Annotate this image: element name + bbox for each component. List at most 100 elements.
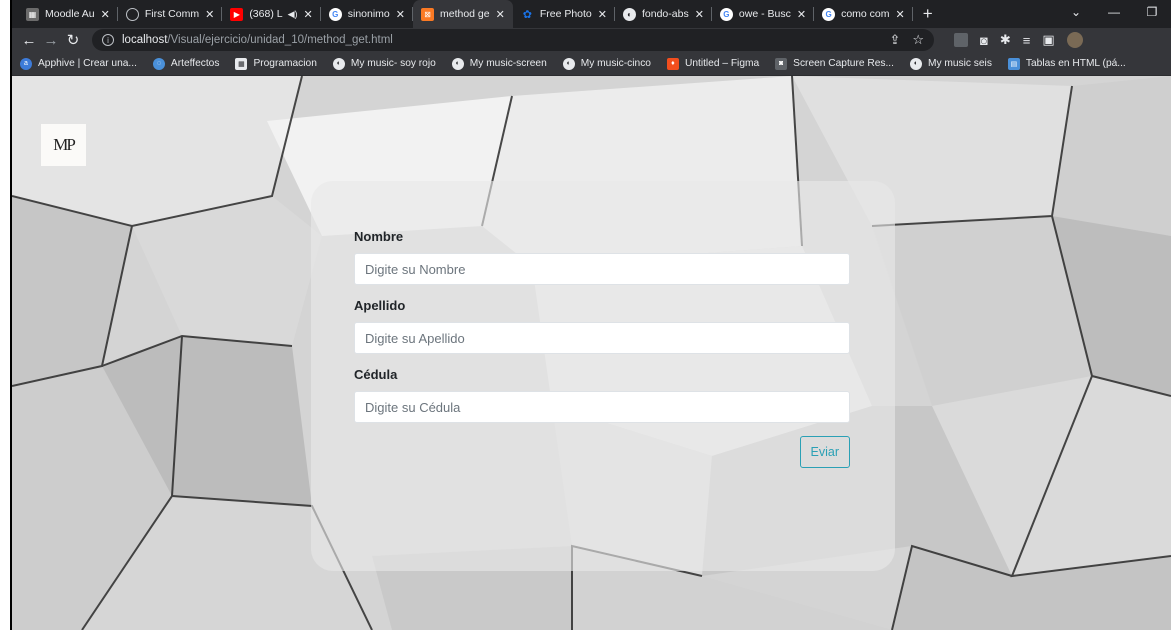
new-tab-button[interactable]: + (913, 0, 943, 28)
profile-avatar[interactable] (1066, 32, 1083, 48)
apellido-input[interactable] (354, 322, 850, 354)
bookmark-star-icon[interactable]: ☆ (912, 32, 924, 48)
bookmark-arteffectos[interactable]: ◌ Arteffectos (152, 57, 220, 70)
extension-icon[interactable] (954, 33, 968, 47)
tab-search-icon[interactable]: ⌄ (1057, 5, 1095, 19)
camera-extension-icon[interactable]: ◙ (980, 33, 988, 48)
tab-como[interactable]: G como com ✕ (814, 0, 913, 28)
puzzle-icon[interactable]: ✱ (1000, 32, 1011, 48)
submit-button[interactable]: Eviar (799, 436, 850, 468)
nombre-label: Nombre (354, 229, 404, 244)
bookmark-label: Tablas en HTML (pá... (1025, 58, 1126, 69)
close-icon[interactable]: ✕ (396, 8, 405, 21)
google-icon: G (822, 7, 836, 21)
camera-icon: ◙ (775, 57, 788, 70)
bookmark-music-rojo[interactable]: ◐ My music- soy rojo (332, 57, 436, 70)
globe-icon: ◐ (623, 7, 636, 21)
close-icon[interactable]: ✕ (797, 8, 806, 21)
tab-youtube[interactable]: ▶ (368) L ◀) ✕ (222, 0, 321, 28)
close-icon[interactable]: ✕ (304, 8, 313, 21)
globe-icon: ◐ (451, 57, 464, 70)
tab-fondo[interactable]: ◐ fondo-abs ✕ (615, 0, 712, 28)
photo-icon: ✿ (522, 8, 532, 21)
tab-label: method ge (439, 8, 490, 20)
window-controls: ⌄ — ❐ (1057, 0, 1171, 24)
reload-icon[interactable]: ↻ (62, 31, 84, 49)
tab-moodle[interactable]: ▦ Moodle Au ✕ (18, 0, 118, 28)
apellido-label: Apellido (354, 298, 406, 313)
side-panel-icon[interactable]: ▣ (1042, 32, 1054, 48)
bookmark-apphive[interactable]: a Apphive | Crear una... (20, 57, 137, 70)
close-icon[interactable]: ✕ (496, 8, 505, 21)
tab-label: Free Photo (539, 8, 592, 20)
bookmark-music-seis[interactable]: ◐ My music seis (909, 57, 992, 70)
google-icon: G (719, 7, 733, 21)
bookmark-screen-capture[interactable]: ◙ Screen Capture Res... (775, 57, 894, 70)
bookmark-music-cinco[interactable]: ◐ My music-cinco (562, 57, 651, 70)
submit-row: Eviar (354, 436, 850, 468)
grid-icon: ▦ (235, 57, 248, 70)
globe-icon: ◐ (332, 57, 345, 70)
url-path: /Visual/ejercicio/unidad_10/method_get.h… (167, 34, 393, 46)
bookmark-label: Programacion (253, 58, 317, 69)
bookmark-label: My music-cinco (580, 58, 651, 69)
reading-list-icon[interactable]: ≡ (1023, 33, 1031, 48)
outer-border (0, 0, 12, 630)
bookmark-label: Apphive | Crear una... (38, 58, 137, 69)
figma-icon: ♦ (666, 57, 679, 70)
xampp-icon: ⊠ (420, 7, 434, 21)
page-viewport: MP Nombre Apellido Cédula Eviar (12, 76, 1171, 630)
url-host: localhost (122, 34, 168, 46)
bookmark-label: Arteffectos (170, 58, 220, 69)
bookmark-label: Untitled – Figma (684, 58, 760, 69)
speaker-icon[interactable]: ◀) (288, 9, 298, 20)
bookmark-music-screen[interactable]: ◐ My music-screen (451, 57, 547, 70)
close-icon[interactable]: ✕ (598, 8, 607, 21)
extensions-area: ◙ ✱ ≡ ▣ (954, 32, 1083, 48)
bookmark-programacion[interactable]: ▦ Programacion (235, 57, 317, 70)
tab-free-photo[interactable]: ✿ Free Photo ✕ (513, 0, 615, 28)
bookmark-tablas[interactable]: ▤ Tablas en HTML (pá... (1007, 57, 1126, 70)
cedula-label: Cédula (354, 367, 398, 382)
doc-icon: ▤ (1007, 57, 1020, 70)
tab-label: (368) L (249, 8, 283, 20)
site-logo: MP (41, 124, 86, 166)
youtube-icon: ▶ (230, 7, 244, 21)
close-icon[interactable]: ✕ (695, 8, 704, 21)
close-icon[interactable]: ✕ (205, 8, 214, 21)
tab-method-get[interactable]: ⊠ method ge ✕ (412, 0, 513, 28)
form-card: Nombre Apellido Cédula Eviar (311, 181, 895, 571)
tab-label: owe - Busc (738, 8, 791, 20)
restore-icon[interactable]: ❐ (1133, 5, 1171, 19)
nombre-input[interactable] (354, 253, 850, 285)
moodle-icon: ▦ (26, 7, 39, 21)
google-icon: G (328, 7, 342, 21)
minimize-icon[interactable]: — (1095, 5, 1133, 19)
tab-label: sinonimo (347, 8, 390, 20)
back-icon[interactable]: ← (18, 32, 40, 49)
close-icon[interactable]: ✕ (101, 8, 110, 21)
info-icon[interactable]: i (102, 34, 114, 46)
logo-text: MP (53, 135, 76, 154)
bookmark-label: Screen Capture Res... (793, 58, 894, 69)
tab-owe[interactable]: G owe - Busc ✕ (712, 0, 815, 28)
tab-github[interactable]: First Comm ✕ (118, 0, 223, 28)
close-icon[interactable]: ✕ (896, 8, 905, 21)
address-toolbar: ← → ↻ i localhost/Visual/ejercicio/unida… (12, 28, 1171, 52)
cedula-input[interactable] (354, 391, 850, 423)
forward-icon[interactable]: → (40, 32, 62, 49)
bookmark-figma[interactable]: ♦ Untitled – Figma (666, 57, 760, 70)
tab-label: fondo-abs (642, 8, 689, 20)
address-bar[interactable]: i localhost/Visual/ejercicio/unidad_10/m… (92, 29, 934, 51)
tab-sinonimo[interactable]: G sinonimo ✕ (321, 0, 413, 28)
share-icon[interactable]: ⇪ (889, 32, 900, 48)
tab-label: First Comm (144, 8, 200, 20)
bookmark-label: My music- soy rojo (350, 58, 436, 69)
chat-icon: ◌ (152, 57, 165, 70)
github-icon (125, 7, 139, 21)
tab-strip: ▦ Moodle Au ✕ First Comm ✕ ▶ (368) L ◀) … (12, 0, 1171, 28)
tab-label: como com (841, 8, 890, 20)
bookmarks-bar: a Apphive | Crear una... ◌ Arteffectos ▦ Pr… (12, 52, 1171, 76)
apphive-icon: a (20, 57, 32, 70)
bookmark-label: My music-screen (469, 58, 547, 69)
